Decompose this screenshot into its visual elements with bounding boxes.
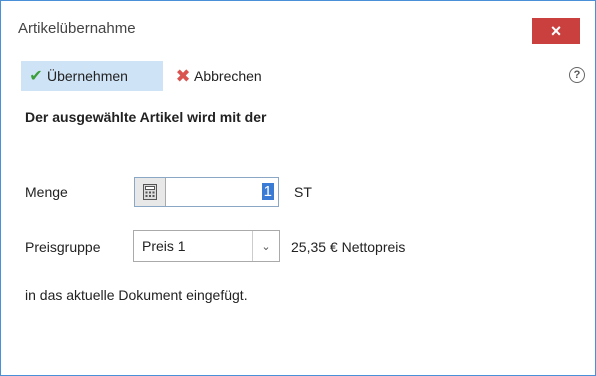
quantity-field: 1 xyxy=(134,177,279,207)
description-text: Der ausgewählte Artikel wird mit der xyxy=(25,109,267,125)
chevron-down-icon[interactable]: ⌄ xyxy=(252,231,279,261)
x-icon: ✖ xyxy=(175,65,191,86)
dialog-window: Artikelübernahme × ✔ Übernehmen ✖ Abbrec… xyxy=(0,0,596,376)
description-text-2: in das aktuelle Dokument eingefügt. xyxy=(25,287,248,303)
title-bar: Artikelübernahme × xyxy=(1,1,595,47)
price-group-value: Preis 1 xyxy=(142,238,186,254)
close-icon: × xyxy=(550,21,562,41)
apply-button-label: Übernehmen xyxy=(47,68,128,84)
calculator-button[interactable] xyxy=(135,178,166,206)
toolbar: ✔ Übernehmen ✖ Abbrechen ? xyxy=(18,59,588,93)
quantity-input[interactable]: 1 xyxy=(261,183,274,200)
cancel-button[interactable]: ✖ Abbrechen xyxy=(168,61,298,91)
help-icon[interactable]: ? xyxy=(569,67,585,83)
window-title: Artikelübernahme xyxy=(18,20,136,37)
close-button[interactable]: × xyxy=(532,18,580,44)
price-info: 25,35 € Nettopreis xyxy=(291,239,406,255)
quantity-label: Menge xyxy=(25,184,68,200)
check-icon: ✔ xyxy=(29,68,43,85)
price-group-label: Preisgruppe xyxy=(25,239,101,255)
apply-button[interactable]: ✔ Übernehmen xyxy=(21,61,163,91)
unit-label: ST xyxy=(294,184,312,200)
price-group-select[interactable]: Preis 1 ⌄ xyxy=(133,230,280,262)
calculator-icon xyxy=(143,184,157,200)
cancel-button-label: Abbrechen xyxy=(194,68,262,84)
